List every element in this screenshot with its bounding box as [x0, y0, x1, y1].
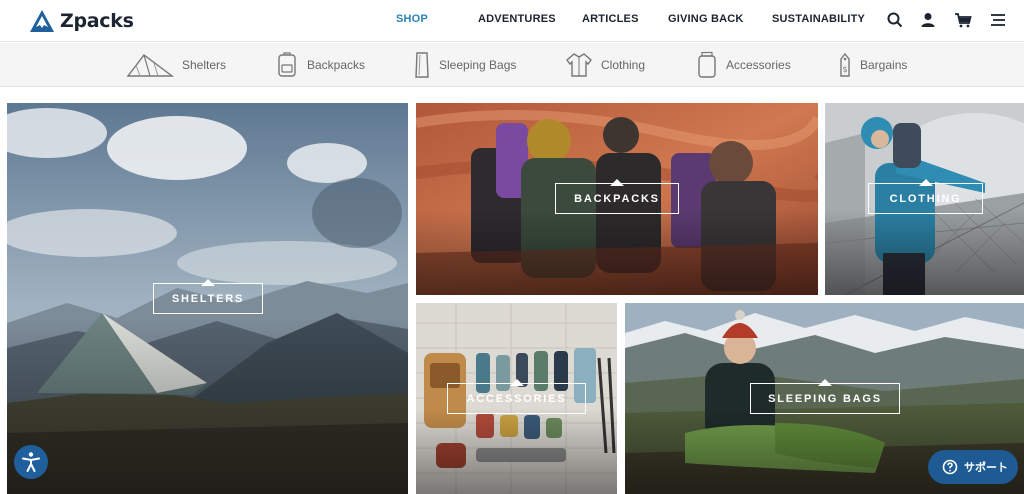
tile-label-shelters: SHELTERS	[171, 292, 245, 305]
price-tag-icon: $	[840, 52, 850, 77]
tile-label-box: CLOTHING	[868, 179, 983, 214]
nav-articles[interactable]: ARTICLES	[582, 13, 639, 25]
support-button[interactable]: サポート	[928, 450, 1018, 484]
account-icon[interactable]	[919, 11, 937, 29]
tile-clothing[interactable]: CLOTHING	[825, 103, 1024, 295]
tile-label-clothing: CLOTHING	[889, 192, 962, 205]
cart-icon[interactable]	[954, 11, 972, 29]
tent-marker-icon	[818, 379, 832, 386]
brand-name: Zpacks	[60, 10, 134, 32]
category-label: Accessories	[726, 58, 791, 72]
accessibility-button[interactable]	[14, 445, 48, 479]
tile-gradient	[825, 208, 1024, 295]
backpack-icon	[278, 52, 296, 77]
tent-marker-icon	[610, 179, 624, 186]
tent-icon	[126, 54, 174, 77]
menu-icon[interactable]	[989, 11, 1007, 29]
site-header: Zpacks SHOP ADVENTURES ARTICLES GIVING B…	[0, 0, 1024, 42]
tile-backpacks[interactable]: BACKPACKS	[416, 103, 818, 295]
category-accessories[interactable]: Accessories	[696, 50, 791, 80]
category-label: Bargains	[860, 58, 908, 72]
tile-shelters[interactable]: SHELTERS	[7, 103, 408, 494]
category-shelters[interactable]: Shelters	[126, 50, 226, 80]
support-label: サポート	[964, 461, 1008, 474]
search-icon[interactable]	[886, 11, 904, 29]
category-label: Sleeping Bags	[439, 58, 517, 72]
category-backpacks[interactable]: Backpacks	[275, 50, 365, 80]
tile-gradient	[416, 208, 818, 295]
tile-label-backpacks: BACKPACKS	[574, 192, 660, 205]
accessibility-icon	[22, 452, 40, 472]
category-label: Backpacks	[307, 58, 366, 72]
help-icon	[942, 459, 958, 475]
brand-logo[interactable]: Zpacks	[29, 7, 134, 35]
category-bar: Shelters Backpacks Sleeping Bags Clothin…	[0, 43, 1024, 87]
nav-giving-back[interactable]: GIVING BACK	[668, 13, 744, 25]
category-sleeping-bags[interactable]: Sleeping Bags	[413, 50, 516, 80]
category-label: Clothing	[601, 58, 646, 72]
bottle-icon	[698, 51, 716, 78]
tile-label-box: SHELTERS	[153, 279, 263, 314]
svg-text:$: $	[842, 65, 847, 74]
tile-label-box: BACKPACKS	[555, 179, 679, 214]
tile-accessories[interactable]: ACCESSORIES	[416, 303, 617, 494]
tent-marker-icon	[918, 179, 933, 186]
category-bargains[interactable]: $ Bargains	[838, 50, 907, 80]
nav-sustainability[interactable]: SUSTAINABILITY	[772, 13, 865, 25]
tent-marker-icon	[509, 379, 524, 386]
tile-gradient	[7, 318, 408, 494]
tile-label-box: SLEEPING BAGS	[750, 379, 900, 414]
jacket-icon	[566, 53, 592, 77]
sleeping-bag-icon	[415, 52, 429, 78]
tile-label-sleeping-bags: SLEEPING BAGS	[768, 392, 882, 405]
category-label: Shelters	[182, 58, 227, 72]
tile-gradient	[416, 408, 617, 494]
nav-adventures[interactable]: ADVENTURES	[478, 13, 556, 25]
nav-shop[interactable]: SHOP	[396, 13, 428, 25]
mountain-logo-icon	[30, 10, 54, 32]
tile-label-accessories: ACCESSORIES	[466, 392, 567, 405]
tent-marker-icon	[201, 279, 215, 286]
category-clothing[interactable]: Clothing	[565, 50, 645, 80]
tile-label-box: ACCESSORIES	[447, 379, 586, 414]
